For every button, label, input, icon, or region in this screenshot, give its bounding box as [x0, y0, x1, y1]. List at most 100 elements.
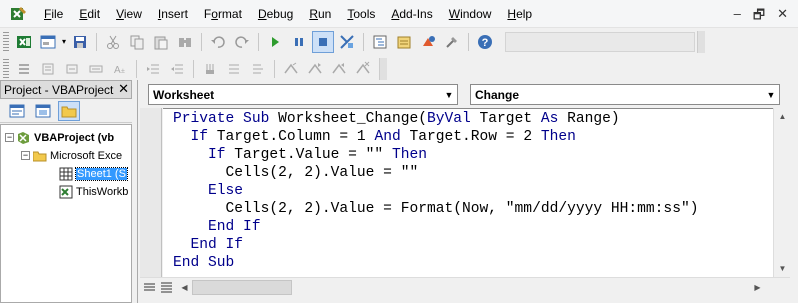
menu-format[interactable]: Format [196, 0, 250, 28]
object-combo-value: Worksheet [153, 87, 215, 102]
scroll-up-icon[interactable]: ▲ [774, 108, 791, 125]
svg-text:±: ± [121, 68, 125, 75]
tree-node-label: ThisWorkb [76, 185, 129, 198]
tree-node-sheet1[interactable]: Sheet1 (S [59, 165, 128, 182]
scroll-left-icon[interactable]: ◀ [176, 279, 193, 296]
standard-toolbar: ▾ ? [0, 28, 798, 55]
menu-edit[interactable]: Edit [71, 0, 108, 28]
code-line[interactable]: Private Sub Worksheet_Change(ByVal Targe… [173, 110, 620, 128]
close-icon[interactable]: ✕ [118, 81, 129, 97]
quick-info-icon[interactable] [61, 58, 83, 80]
close-icon[interactable]: ✕ [777, 6, 788, 28]
menu-run[interactable]: Run [301, 0, 339, 28]
collapse-expander-icon[interactable]: − [5, 133, 14, 142]
tree-node-excel-objects[interactable]: − Microsoft Exce [21, 147, 122, 164]
horizontal-scrollbar[interactable]: ◀ ▶ [176, 279, 766, 296]
vertical-scrollbar[interactable]: ▲ ▼ [773, 108, 790, 277]
toggle-breakpoint-icon[interactable] [199, 58, 221, 80]
code-line[interactable]: Cells(2, 2).Value = "" [173, 164, 419, 182]
full-module-view-icon[interactable] [159, 280, 174, 295]
toggle-bookmark-icon[interactable] [280, 58, 302, 80]
toolbar-grip[interactable] [3, 31, 9, 52]
help-icon[interactable]: ? [474, 31, 496, 53]
toolbar-grip[interactable] [3, 58, 9, 79]
toolbox-icon[interactable] [441, 31, 463, 53]
dropdown-arrow-icon[interactable]: ▼ [441, 85, 457, 104]
svg-text:?: ? [482, 37, 489, 49]
object-browser-icon[interactable] [417, 31, 439, 53]
paste-icon[interactable] [150, 31, 172, 53]
code-line[interactable]: If Target.Value = "" Then [173, 146, 427, 164]
uncomment-block-icon[interactable] [247, 58, 269, 80]
tree-node-label: VBAProject (vb [34, 131, 115, 144]
parameter-info-icon[interactable] [85, 58, 107, 80]
menu-view[interactable]: View [108, 0, 150, 28]
properties-icon[interactable] [393, 31, 415, 53]
object-combo[interactable]: Worksheet ▼ [148, 84, 458, 105]
menu-tools[interactable]: Tools [339, 0, 383, 28]
dropdown-arrow-icon[interactable]: ▼ [763, 85, 779, 104]
tree-node-thisworkbook[interactable]: ThisWorkb [59, 183, 128, 200]
toolbar-options-icon[interactable] [379, 57, 387, 80]
cut-icon[interactable] [102, 31, 124, 53]
collapse-expander-icon[interactable]: − [21, 151, 30, 160]
code-line[interactable]: Else [173, 182, 243, 200]
outdent-icon[interactable] [166, 58, 188, 80]
run-icon[interactable] [264, 31, 286, 53]
menu-help[interactable]: Help [499, 0, 540, 28]
project-explorer-icon[interactable] [369, 31, 391, 53]
toolbar-position-field [505, 31, 696, 52]
scroll-down-icon[interactable]: ▼ [774, 260, 791, 277]
worksheet-icon [59, 167, 73, 181]
insert-userform-icon[interactable] [37, 31, 59, 53]
tree-node-label: Sheet1 (S [75, 166, 128, 181]
code-line[interactable]: End If [173, 218, 261, 236]
margin-indicator-bar[interactable] [140, 108, 162, 277]
break-icon[interactable] [288, 31, 310, 53]
reset-icon[interactable] [312, 30, 335, 53]
menu-add-ins[interactable]: Add-Ins [383, 0, 440, 28]
menu-insert[interactable]: Insert [150, 0, 196, 28]
menu-bar: File Edit View Insert Format Debug Run Tools Add… [0, 0, 798, 28]
undo-icon[interactable] [207, 31, 229, 53]
toggle-folders-icon[interactable] [58, 100, 80, 121]
complete-word-icon[interactable]: A ± [109, 58, 131, 80]
code-window-bottom-bar: ◀ ▶ [140, 277, 790, 296]
save-icon[interactable] [69, 31, 91, 53]
menu-debug[interactable]: Debug [250, 0, 301, 28]
code-line[interactable]: End If [173, 236, 244, 254]
next-bookmark-icon[interactable] [304, 58, 326, 80]
menu-window[interactable]: Window [441, 0, 500, 28]
window-controls: ‒ 🗗 ✕ [734, 6, 788, 28]
svg-text:A: A [114, 65, 121, 76]
view-object-icon[interactable] [32, 101, 54, 121]
code-editor[interactable]: Private Sub Worksheet_Change(ByVal Targe… [163, 108, 773, 277]
indent-icon[interactable] [142, 58, 164, 80]
redo-icon[interactable] [231, 31, 253, 53]
menu-file[interactable]: File [36, 0, 71, 28]
clear-bookmarks-icon[interactable] [352, 58, 374, 80]
code-line[interactable]: If Target.Column = 1 And Target.Row = 2 … [173, 128, 576, 146]
design-mode-icon[interactable] [336, 31, 358, 53]
find-icon[interactable] [174, 31, 196, 53]
horizontal-scroll-thumb[interactable] [192, 280, 292, 295]
restore-icon[interactable]: 🗗 [753, 6, 765, 28]
minimize-icon[interactable]: ‒ [734, 6, 741, 28]
list-constants-icon[interactable] [37, 58, 59, 80]
toolbar-options-icon[interactable] [697, 30, 706, 53]
code-line[interactable]: End Sub [173, 254, 234, 272]
procedure-combo[interactable]: Change ▼ [470, 84, 780, 105]
view-code-icon[interactable] [6, 101, 28, 121]
procedure-view-icon[interactable] [142, 280, 157, 295]
comment-block-icon[interactable] [223, 58, 245, 80]
toolbar-separator [258, 32, 260, 51]
tree-node-vbaproject[interactable]: − VBAProject (vb [5, 129, 114, 146]
list-properties-icon[interactable] [13, 58, 35, 80]
copy-icon[interactable] [126, 31, 148, 53]
folder-icon [33, 150, 47, 162]
code-line[interactable]: Cells(2, 2).Value = Format(Now, "mm/dd/y… [173, 200, 699, 218]
dropdown-arrow-icon[interactable]: ▾ [62, 37, 66, 46]
scroll-right-icon[interactable]: ▶ [749, 279, 766, 296]
previous-bookmark-icon[interactable] [328, 58, 350, 80]
excel-view-icon[interactable] [13, 31, 35, 53]
